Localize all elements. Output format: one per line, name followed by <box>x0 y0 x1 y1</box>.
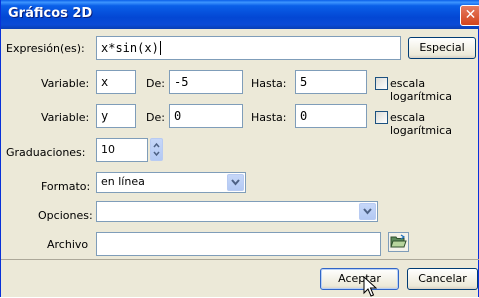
folder-open-icon <box>390 234 407 248</box>
var1-to-input[interactable]: 5 <box>295 70 367 94</box>
expression-input[interactable]: x*sin(x) <box>96 36 401 60</box>
close-button[interactable]: ✕ <box>460 5 479 26</box>
var1-to-label: Hasta: <box>251 77 287 90</box>
file-label: Archivo <box>47 238 89 251</box>
close-icon: ✕ <box>464 7 477 23</box>
var1-name-input[interactable]: x <box>96 70 136 94</box>
ticks-label: Graduaciones: <box>6 146 86 159</box>
var1-log-label: escala logarítmica <box>390 77 452 103</box>
expression-label: Expresión(es): <box>6 42 85 55</box>
window-title: Gráficos 2D <box>8 6 93 21</box>
var2-from-label: De: <box>146 111 165 124</box>
var2-to-input[interactable]: 0 <box>295 104 367 128</box>
var2-name-input[interactable]: y <box>96 104 136 128</box>
var2-from-input[interactable]: 0 <box>169 104 243 128</box>
special-button[interactable]: Especial <box>408 37 476 59</box>
dialog-window: Gráficos 2D ✕ Expresión(es): x*sin(x) Es… <box>0 0 479 297</box>
ticks-spinner[interactable] <box>150 138 163 161</box>
spinner-arrows-icon <box>153 142 160 157</box>
title-bar: Gráficos 2D ✕ <box>1 0 479 29</box>
format-label: Formato: <box>41 180 91 193</box>
var1-label: Variable: <box>41 77 90 90</box>
var2-to-label: Hasta: <box>251 111 287 124</box>
cancel-button[interactable]: Cancelar <box>407 268 478 290</box>
file-input[interactable] <box>96 232 381 256</box>
expression-value: x*sin(x) <box>101 41 159 55</box>
separator <box>1 259 479 260</box>
var1-from-label: De: <box>146 77 165 90</box>
options-select[interactable] <box>96 201 378 222</box>
chevron-down-icon <box>359 203 376 220</box>
format-select[interactable]: en línea <box>96 172 246 193</box>
chevron-down-icon <box>227 174 244 191</box>
mouse-cursor-icon <box>363 276 377 297</box>
ticks-input[interactable]: 10 <box>96 138 148 162</box>
var1-log-checkbox[interactable] <box>375 77 388 90</box>
format-value: en línea <box>101 175 145 188</box>
accept-button[interactable]: Aceptar <box>320 268 399 290</box>
browse-button[interactable] <box>388 232 409 252</box>
var2-label: Variable: <box>41 111 90 124</box>
var1-from-input[interactable]: -5 <box>169 70 243 94</box>
options-label: Opciones: <box>38 209 93 222</box>
var2-log-label: escala logarítmica <box>390 111 452 137</box>
var2-log-checkbox[interactable] <box>375 111 388 124</box>
